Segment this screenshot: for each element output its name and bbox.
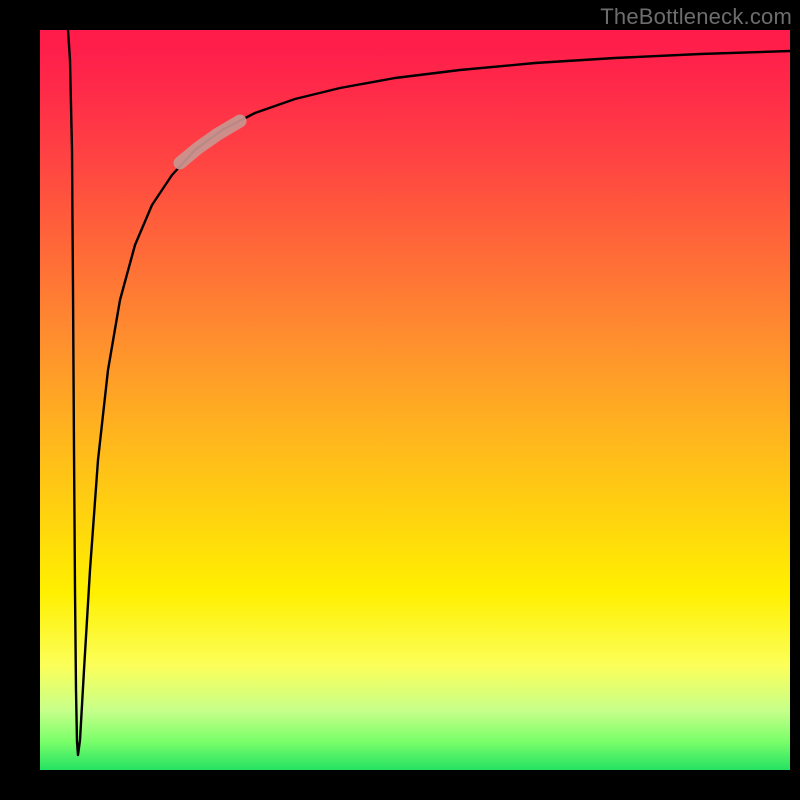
watermark-text: TheBottleneck.com <box>600 4 792 30</box>
highlight-segment <box>180 121 240 163</box>
curve-layer <box>40 30 790 770</box>
bottleneck-curve <box>68 30 790 755</box>
chart-frame: TheBottleneck.com <box>0 0 800 800</box>
